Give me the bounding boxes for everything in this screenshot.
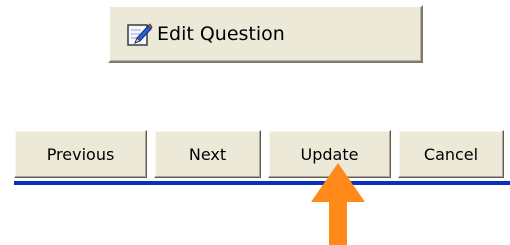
next-button[interactable]: Next <box>154 130 261 178</box>
navigation-button-row: Previous Next Update Cancel <box>0 130 510 178</box>
up-arrow-icon <box>311 163 365 245</box>
edit-question-label: Edit Question <box>157 23 285 45</box>
edit-pencil-icon <box>126 21 153 48</box>
edit-question-button[interactable]: Edit Question <box>108 5 423 63</box>
previous-button[interactable]: Previous <box>14 130 147 178</box>
divider-bar <box>14 181 510 185</box>
cancel-button[interactable]: Cancel <box>398 130 504 178</box>
